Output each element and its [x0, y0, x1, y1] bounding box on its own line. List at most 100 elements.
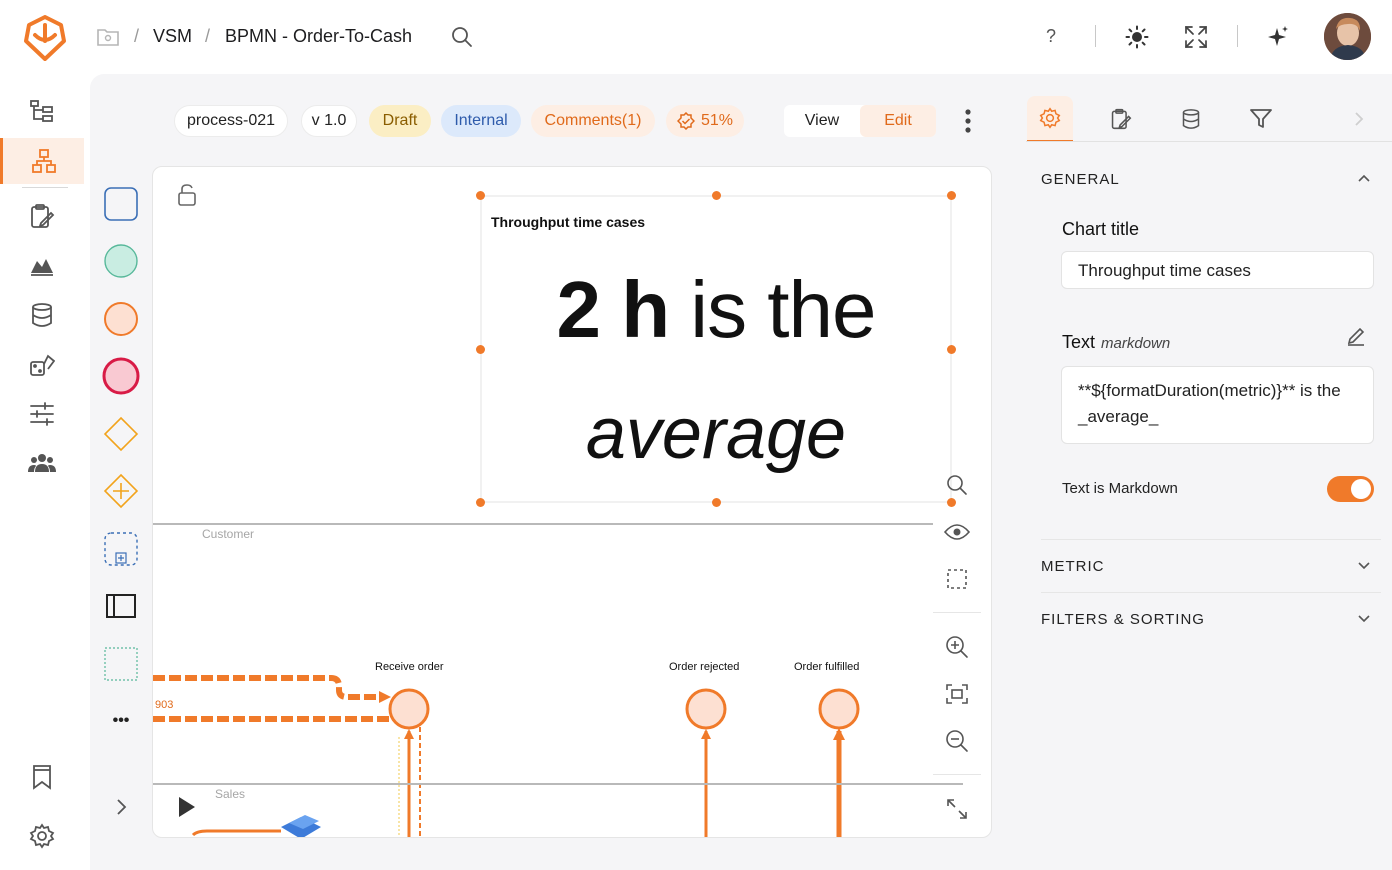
chevron-down-icon[interactable] — [1358, 562, 1370, 570]
selection-box-icon[interactable] — [943, 565, 971, 593]
lane-label-sales: Sales — [215, 787, 246, 801]
bookmark-icon — [31, 764, 53, 790]
nav-item-users[interactable] — [0, 440, 84, 486]
expand-panel-chevron-icon[interactable] — [102, 788, 140, 826]
palette-more-icon[interactable]: ••• — [102, 702, 140, 740]
nav-item-bookmarks[interactable] — [0, 754, 84, 800]
nav-item-settings[interactable] — [0, 813, 84, 859]
search-icon[interactable] — [451, 26, 473, 48]
event-label-order-fulfilled[interactable]: Order fulfilled — [794, 661, 859, 673]
palette-subprocess[interactable] — [102, 530, 140, 568]
widget-text: is the — [669, 265, 876, 354]
nav-item-dice[interactable] — [0, 342, 84, 388]
section-divider — [1041, 592, 1381, 593]
zoom-out-icon[interactable] — [943, 727, 971, 755]
fullscreen-icon[interactable] — [1185, 26, 1207, 48]
nav-item-hierarchy[interactable] — [0, 88, 84, 134]
palette-end-event[interactable] — [102, 357, 140, 395]
resize-handle[interactable] — [476, 498, 485, 507]
section-general-header[interactable]: GENERAL — [1041, 171, 1120, 188]
text-markdown-textarea[interactable]: **${formatDuration(metric)}** is the _av… — [1061, 366, 1374, 444]
search-icon[interactable] — [943, 471, 971, 499]
palette-parallel-gateway[interactable] — [102, 472, 140, 510]
breadcrumb-process-title[interactable]: BPMN - Order-To-Cash — [225, 26, 412, 47]
subprocess-icon — [104, 532, 138, 566]
nav-item-mountain-chart[interactable] — [0, 242, 84, 288]
top-bar: / VSM / BPMN - Order-To-Cash ? — [0, 0, 1392, 74]
status-badge-draft[interactable]: Draft — [369, 105, 431, 137]
intermediate-event-icon — [104, 302, 138, 336]
zoom-in-icon[interactable] — [943, 633, 971, 661]
folder-icon[interactable] — [96, 27, 120, 47]
version-badge[interactable]: v 1.0 — [301, 105, 357, 137]
tab-clipboard[interactable] — [1098, 96, 1144, 142]
comments-button[interactable]: Comments(1) — [531, 105, 655, 137]
breadcrumb-separator: / — [134, 26, 140, 46]
event-label-receive-order[interactable]: Receive order — [375, 661, 443, 673]
tab-data[interactable] — [1168, 96, 1214, 142]
lane-label-customer: Customer — [202, 527, 255, 541]
tab-filter[interactable] — [1238, 96, 1284, 142]
section-metric-header[interactable]: METRIC — [1041, 558, 1105, 575]
diagram-canvas[interactable]: Customer Sales 903 Receive order Order r… — [152, 166, 992, 838]
app-logo-icon[interactable] — [24, 15, 66, 61]
database-icon — [1181, 108, 1201, 130]
visibility-badge-internal[interactable]: Internal — [441, 105, 521, 137]
eye-icon[interactable] — [943, 518, 971, 546]
breadcrumb-vsm[interactable]: VSM — [153, 26, 192, 47]
widget-title: Throughput time cases — [491, 214, 646, 230]
nav-item-process-model[interactable] — [0, 138, 84, 184]
chart-title-input[interactable]: Throughput time cases — [1061, 251, 1374, 289]
header-divider — [1095, 25, 1096, 47]
chevron-up-icon[interactable] — [1358, 174, 1370, 182]
event-label-order-rejected[interactable]: Order rejected — [669, 661, 739, 673]
exclusive-gateway-icon — [103, 416, 139, 452]
tab-settings[interactable] — [1027, 96, 1073, 142]
left-navigation — [0, 74, 90, 870]
fit-to-screen-icon[interactable] — [943, 680, 971, 708]
hierarchy-icon — [29, 98, 55, 124]
resize-handle[interactable] — [712, 498, 721, 507]
nav-item-sliders[interactable] — [0, 391, 84, 437]
nav-item-clipboard[interactable] — [0, 193, 84, 239]
palette-intermediate-event[interactable] — [102, 300, 140, 338]
palette-pool[interactable] — [102, 587, 140, 625]
completion-badge[interactable]: 51% — [666, 105, 744, 137]
palette-start-event[interactable] — [102, 242, 140, 280]
lane-divider — [153, 523, 933, 525]
flow-count-label: 903 — [155, 699, 174, 711]
view-edit-toggle: View Edit — [784, 105, 936, 137]
palette-exclusive-gateway[interactable] — [102, 415, 140, 453]
palette-group[interactable] — [102, 645, 140, 683]
check-badge-icon — [676, 112, 695, 130]
process-model-icon — [31, 148, 57, 174]
expand-canvas-icon[interactable] — [943, 795, 971, 823]
resize-handle[interactable] — [712, 191, 721, 200]
database-icon — [30, 302, 54, 328]
sliders-icon — [29, 402, 55, 426]
tool-divider — [933, 612, 981, 613]
text-label: Text markdown — [1062, 332, 1170, 353]
nav-item-database[interactable] — [0, 292, 84, 338]
chevron-down-icon[interactable] — [1358, 615, 1370, 623]
filter-icon — [1250, 109, 1272, 129]
widget-emphasis-text: average — [585, 394, 847, 474]
user-avatar[interactable] — [1324, 13, 1371, 60]
breadcrumb-separator: / — [205, 26, 211, 46]
users-icon — [28, 452, 56, 474]
resize-handle[interactable] — [947, 191, 956, 200]
more-options-icon[interactable] — [960, 108, 976, 136]
palette-task[interactable] — [102, 185, 140, 223]
tabs-scroll-right-icon[interactable] — [1336, 96, 1382, 142]
view-mode-button[interactable]: View — [784, 105, 860, 137]
edit-mode-button[interactable]: Edit — [860, 105, 936, 137]
section-filters-header[interactable]: FILTERS & SORTING — [1041, 611, 1205, 628]
resize-handle[interactable] — [947, 498, 956, 507]
resize-handle[interactable] — [476, 191, 485, 200]
ai-sparkle-icon[interactable] — [1266, 25, 1290, 49]
help-icon[interactable]: ? — [1046, 26, 1056, 47]
section-divider — [1041, 539, 1381, 540]
markdown-toggle-switch[interactable] — [1327, 476, 1374, 502]
theme-sun-icon[interactable] — [1125, 25, 1149, 49]
edit-pencil-icon[interactable] — [1346, 326, 1366, 346]
